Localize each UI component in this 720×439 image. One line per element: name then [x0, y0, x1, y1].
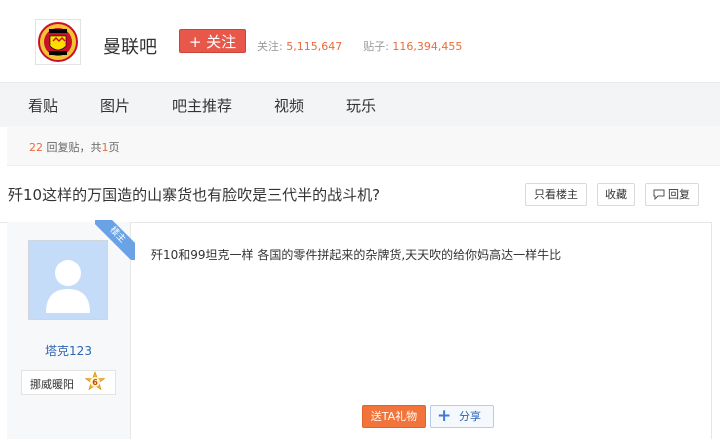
level-number: 6: [92, 378, 98, 387]
op-tag: 楼主: [95, 220, 135, 260]
forum-nav: 看贴 图片 吧主推荐 视频 玩乐: [0, 82, 720, 127]
followers-count: 5,115,647: [286, 40, 343, 53]
forum-name[interactable]: 曼联吧: [103, 33, 157, 59]
only-op-button[interactable]: 只看楼主: [525, 183, 587, 206]
forum-header: 曼联吧 + 关注 关注: 5,115,647 贴子: 116,394,455: [0, 0, 720, 82]
followers-label: 关注:: [257, 40, 283, 53]
reply-button[interactable]: 回复: [645, 183, 699, 206]
nav-item-videos[interactable]: 视频: [274, 95, 304, 116]
plus-icon: +: [437, 406, 452, 426]
rank-name: 挪威暖阳: [30, 378, 74, 391]
post-content: 歼10和99坦克一样 各国的零件拼起来的杂牌货,天天吹的给你妈高达一样牛比: [151, 248, 562, 262]
nav-item-posts[interactable]: 看贴: [28, 95, 58, 116]
author-username[interactable]: 塔克123: [7, 342, 130, 359]
reply-count-bar: 22 回复贴，共1页: [7, 126, 720, 166]
page-count: 1: [101, 141, 109, 154]
manchester-united-crest-icon[interactable]: [35, 19, 81, 65]
posts-label: 贴子:: [363, 40, 389, 53]
share-label: 分享: [459, 410, 481, 423]
reply-count-text: 22 回复贴，共1页: [29, 139, 120, 155]
forum-stats: 关注: 5,115,647 贴子: 116,394,455: [257, 38, 462, 54]
user-rank[interactable]: 挪威暖阳 6: [21, 370, 116, 395]
send-gift-button[interactable]: 送TA礼物: [362, 405, 426, 428]
nav-item-images[interactable]: 图片: [100, 95, 130, 116]
nav-item-fun[interactable]: 玩乐: [346, 95, 376, 116]
page-suffix: 页: [108, 141, 120, 154]
comment-icon: [653, 189, 665, 200]
favorite-button[interactable]: 收藏: [597, 183, 635, 206]
op-ribbon: 楼主: [95, 220, 135, 260]
reply-count-label: 回复贴，共: [46, 141, 102, 154]
content-right-border: [711, 222, 712, 439]
level-badge-icon: 6: [84, 371, 106, 391]
posts-count: 116,394,455: [392, 40, 463, 53]
reply-button-label: 回复: [668, 188, 690, 201]
thread-title: 歼10这样的万国造的山寨货也有脸吹是三代半的战斗机?: [8, 186, 381, 204]
thread-title-bar: 歼10这样的万国造的山寨货也有脸吹是三代半的战斗机? 只看楼主 收藏 回复: [0, 166, 712, 223]
follow-button[interactable]: + 关注: [179, 29, 246, 53]
reply-count: 22: [29, 141, 43, 154]
share-button[interactable]: + 分享: [430, 405, 494, 428]
nav-item-recommended[interactable]: 吧主推荐: [172, 95, 232, 116]
